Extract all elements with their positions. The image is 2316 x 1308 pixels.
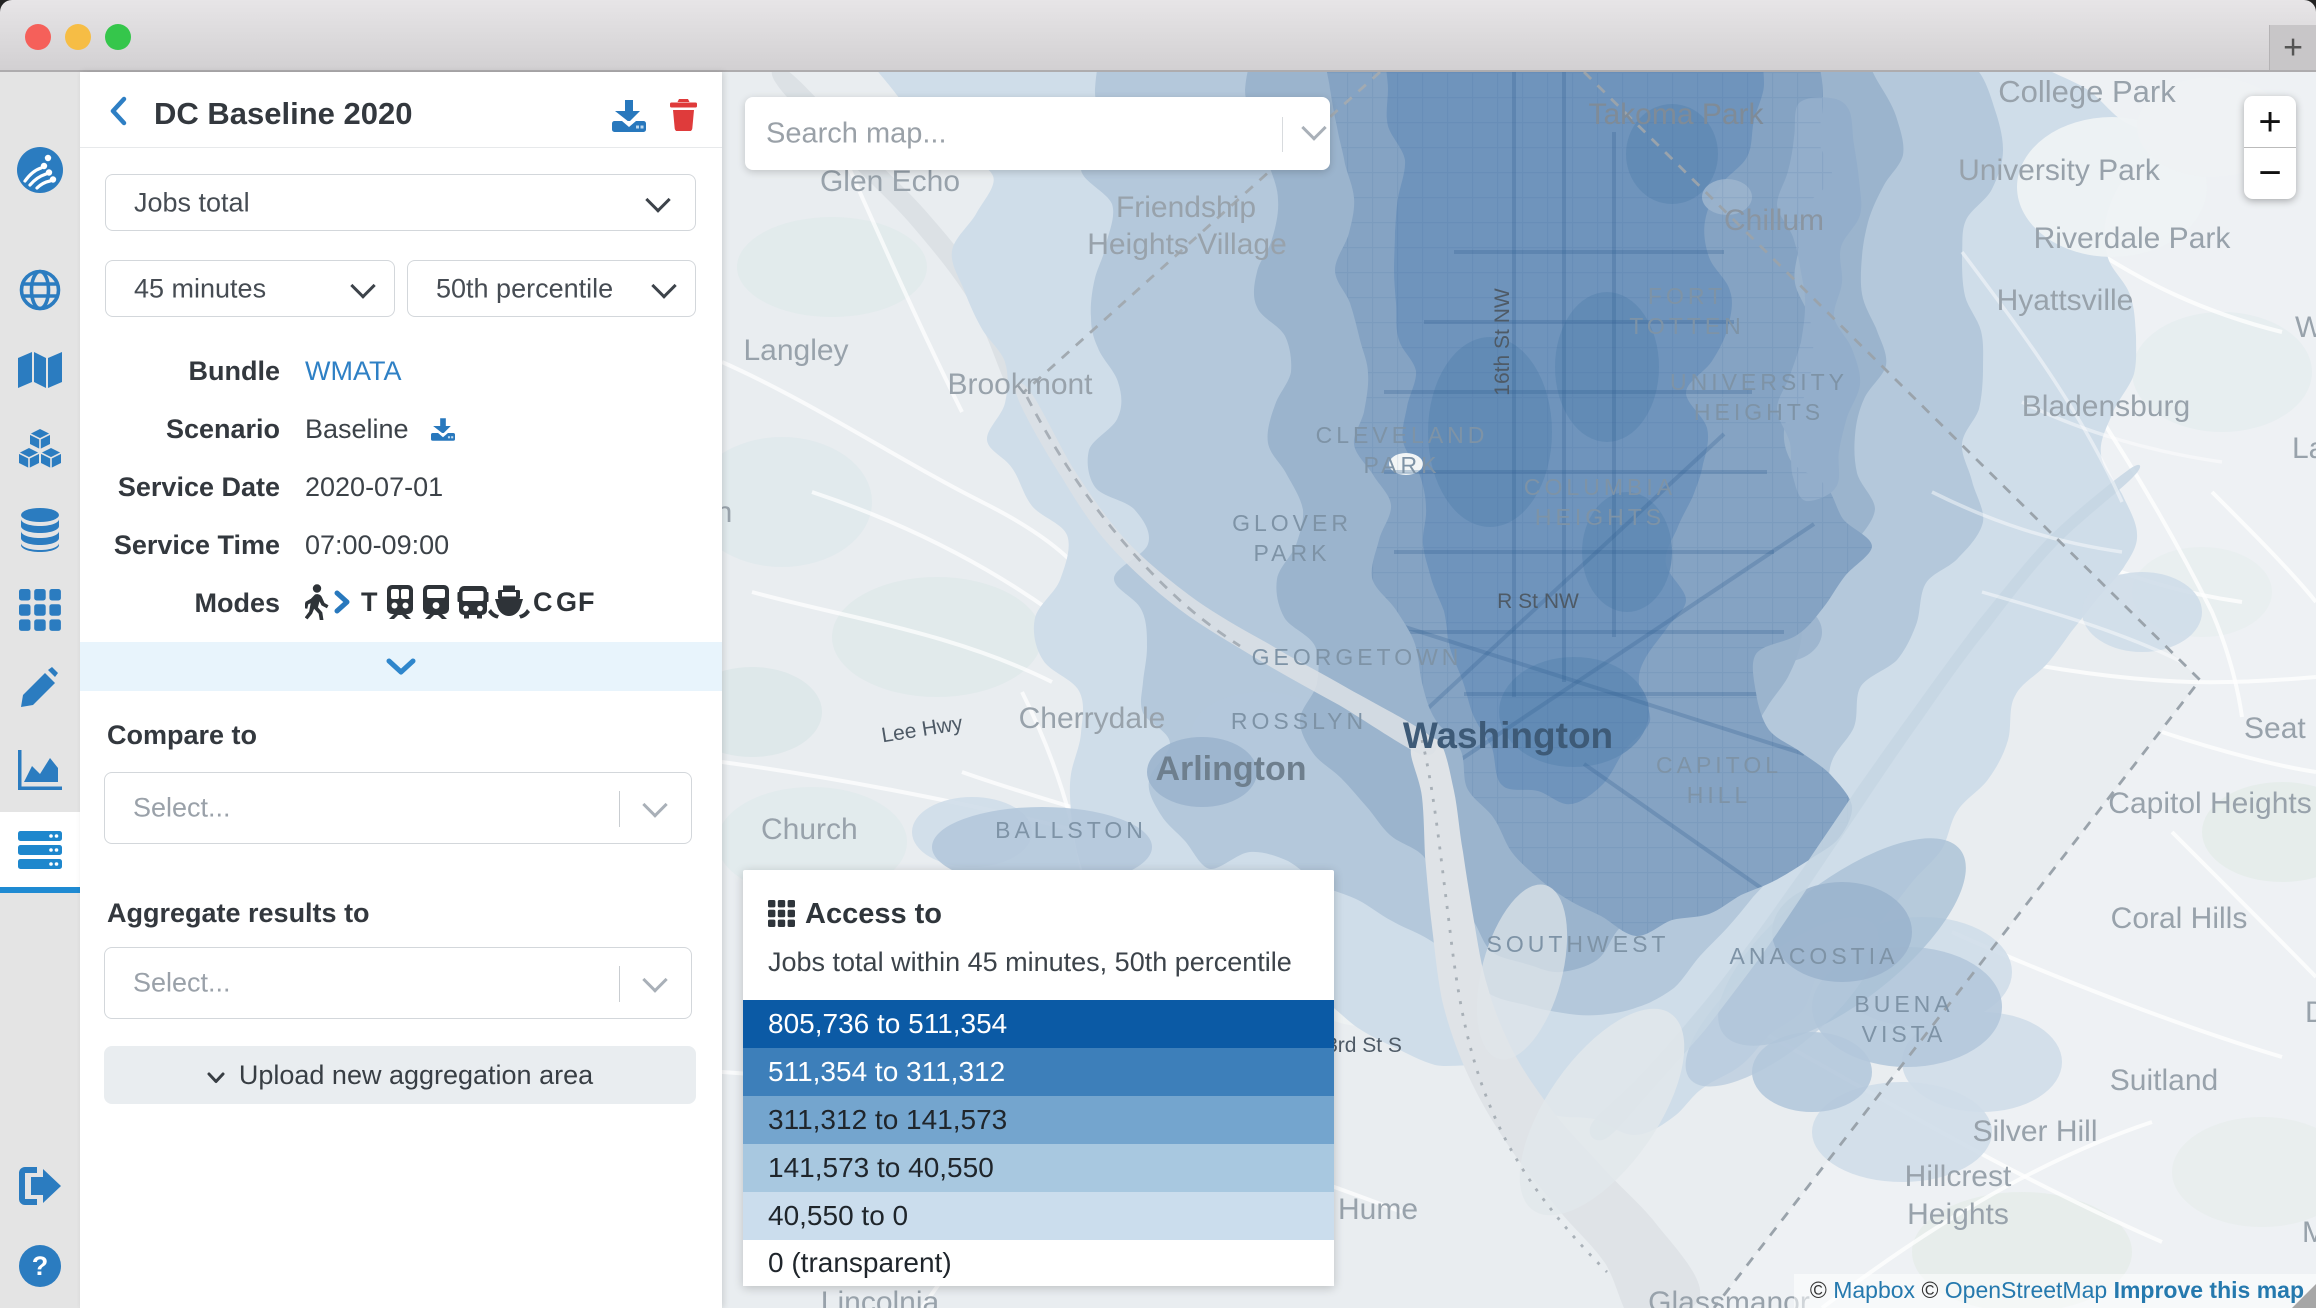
svg-text:Seat Pleasa: Seat Pleasa bbox=[2244, 712, 2316, 745]
svg-text:Dist: Dist bbox=[2305, 996, 2316, 1029]
svg-text:University Park: University Park bbox=[1958, 154, 2161, 187]
svg-text:T: T bbox=[361, 587, 378, 617]
svg-text:COLUMBIA: COLUMBIA bbox=[1524, 474, 1676, 500]
svg-text:C: C bbox=[533, 587, 553, 617]
svg-text:CAPITOL: CAPITOL bbox=[1656, 752, 1782, 778]
svg-text:16th St NW: 16th St NW bbox=[1491, 288, 1514, 396]
svg-text:Suitland: Suitland bbox=[2110, 1064, 2218, 1097]
svg-text:Hillcrest: Hillcrest bbox=[1905, 1160, 2012, 1193]
svg-text:Langley: Langley bbox=[743, 334, 848, 367]
svg-text:Takoma Park: Takoma Park bbox=[1588, 98, 1764, 131]
svg-text:n: n bbox=[722, 496, 732, 529]
svg-text:CLEVELAND: CLEVELAND bbox=[1316, 422, 1489, 448]
svg-text:SOUTHWEST: SOUTHWEST bbox=[1487, 931, 1670, 957]
svg-text:Cherrydale: Cherrydale bbox=[1019, 702, 1166, 735]
svg-text:HEIGHTS: HEIGHTS bbox=[1535, 504, 1665, 530]
svg-text:Lincolnia: Lincolnia bbox=[821, 1286, 940, 1308]
svg-text:Washington: Washington bbox=[1403, 715, 1613, 756]
svg-text:Hyattsville: Hyattsville bbox=[1997, 284, 2134, 317]
svg-text:UNIVERSITY: UNIVERSITY bbox=[1670, 369, 1848, 395]
svg-text:Mo: Mo bbox=[2302, 1216, 2316, 1249]
svg-text:HILL: HILL bbox=[1687, 782, 1752, 808]
svg-text:HEIGHTS: HEIGHTS bbox=[1694, 399, 1824, 425]
svg-text:TOTTEN: TOTTEN bbox=[1629, 313, 1745, 339]
svg-text:VISTA: VISTA bbox=[1862, 1021, 1947, 1047]
svg-text:Silver Hill: Silver Hill bbox=[1972, 1115, 2097, 1148]
svg-text:BUENA: BUENA bbox=[1854, 991, 1953, 1017]
svg-text:3rd St S: 3rd St S bbox=[1326, 1034, 1402, 1057]
svg-text:GEORGETOWN: GEORGETOWN bbox=[1252, 644, 1463, 670]
svg-text:?: ? bbox=[32, 1251, 49, 1281]
svg-text:Brookmont: Brookmont bbox=[947, 368, 1093, 401]
svg-text:Arlington: Arlington bbox=[1155, 750, 1306, 788]
svg-text:Heights Village: Heights Village bbox=[1087, 228, 1287, 261]
svg-text:Church: Church bbox=[761, 813, 858, 846]
svg-text:ROSSLYN: ROSSLYN bbox=[1231, 708, 1367, 734]
svg-text:ANACOSTIA: ANACOSTIA bbox=[1730, 943, 1899, 969]
svg-text:Heights: Heights bbox=[1907, 1198, 2009, 1231]
svg-text:G: G bbox=[556, 587, 577, 617]
svg-text:Coral Hills: Coral Hills bbox=[2111, 902, 2248, 935]
svg-text:R St NW: R St NW bbox=[1497, 590, 1579, 613]
svg-text:Capitol Heights: Capitol Heights bbox=[2108, 787, 2311, 820]
svg-text:PARK: PARK bbox=[1254, 540, 1331, 566]
svg-text:F: F bbox=[578, 587, 595, 617]
svg-text:PARK: PARK bbox=[1364, 452, 1441, 478]
svg-text:GLOVER: GLOVER bbox=[1232, 510, 1352, 536]
svg-text:Bladensburg: Bladensburg bbox=[2022, 390, 2190, 423]
svg-text:Riverdale Park: Riverdale Park bbox=[2034, 222, 2232, 255]
svg-text:Hume: Hume bbox=[1338, 1193, 1418, 1226]
svg-text:Land: Land bbox=[2292, 432, 2316, 465]
svg-text:Chillum: Chillum bbox=[1724, 204, 1824, 237]
svg-text:BALLSTON: BALLSTON bbox=[995, 817, 1147, 843]
svg-text:College Park: College Park bbox=[1998, 74, 2176, 109]
svg-text:Friendship: Friendship bbox=[1116, 191, 1256, 224]
svg-text:Wood: Wood bbox=[2295, 311, 2316, 344]
svg-text:Glassmanor: Glassmanor bbox=[1648, 1286, 1810, 1308]
svg-text:FORT: FORT bbox=[1648, 283, 1726, 309]
